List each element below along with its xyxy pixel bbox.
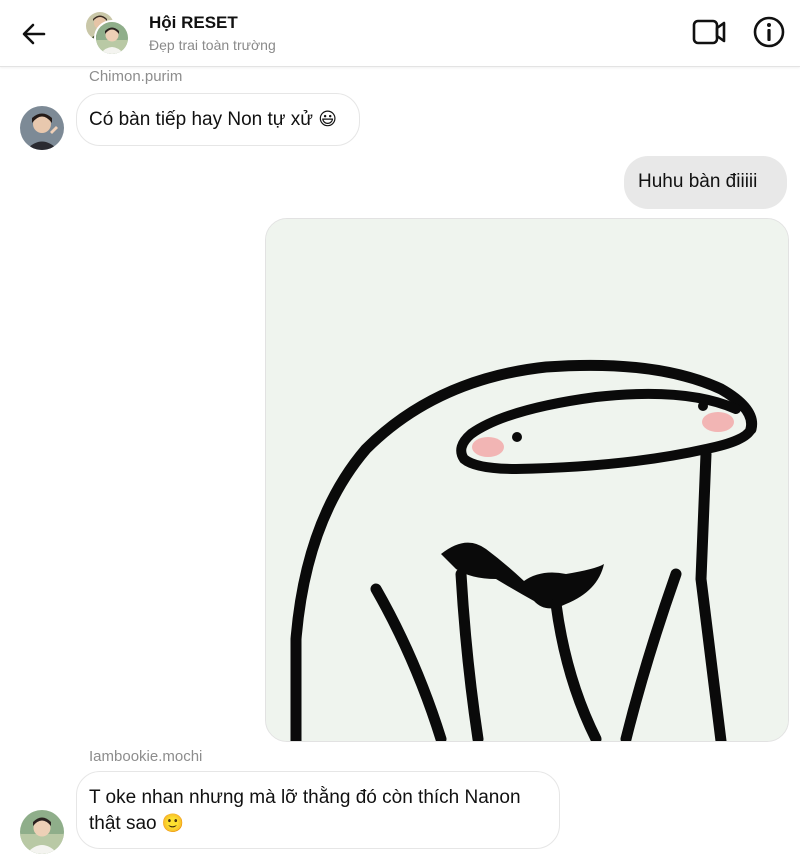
chat-header: Hội RESET Đẹp trai toàn trường xyxy=(0,0,800,67)
back-arrow-icon[interactable] xyxy=(18,18,50,50)
message-bubble[interactable]: Huhu bàn điiiii xyxy=(624,156,787,209)
sender-name: Iambookie.mochi xyxy=(89,748,203,765)
avatar[interactable] xyxy=(20,810,64,854)
message-text: Huhu bàn điiiii xyxy=(638,171,758,192)
smiley-emoji: 😃 xyxy=(318,109,338,130)
message-text: Có bàn tiếp hay Non tự xử xyxy=(89,109,314,130)
slight-smile-emoji: 🙂 xyxy=(161,813,185,834)
chat-subtitle: Đẹp trai toàn trường xyxy=(149,37,276,53)
member-avatar xyxy=(94,20,130,56)
info-icon[interactable] xyxy=(751,14,787,50)
group-avatar[interactable] xyxy=(84,10,130,56)
message-bubble[interactable]: Có bàn tiếp hay Non tự xử 😃 xyxy=(76,93,360,146)
chat-title: Hội RESET xyxy=(149,13,238,32)
message-text: T oke nhan nhưng mà lỡ thằng đó còn thíc… xyxy=(89,787,521,808)
sender-name: Chimon.purim xyxy=(89,68,183,85)
message-bubble[interactable]: T oke nhan nhưng mà lỡ thằng đó còn thíc… xyxy=(76,771,560,849)
message-text: thật sao xyxy=(89,813,157,834)
flork-sticker[interactable] xyxy=(265,218,789,742)
video-call-icon[interactable] xyxy=(691,15,727,49)
avatar[interactable] xyxy=(20,106,64,150)
